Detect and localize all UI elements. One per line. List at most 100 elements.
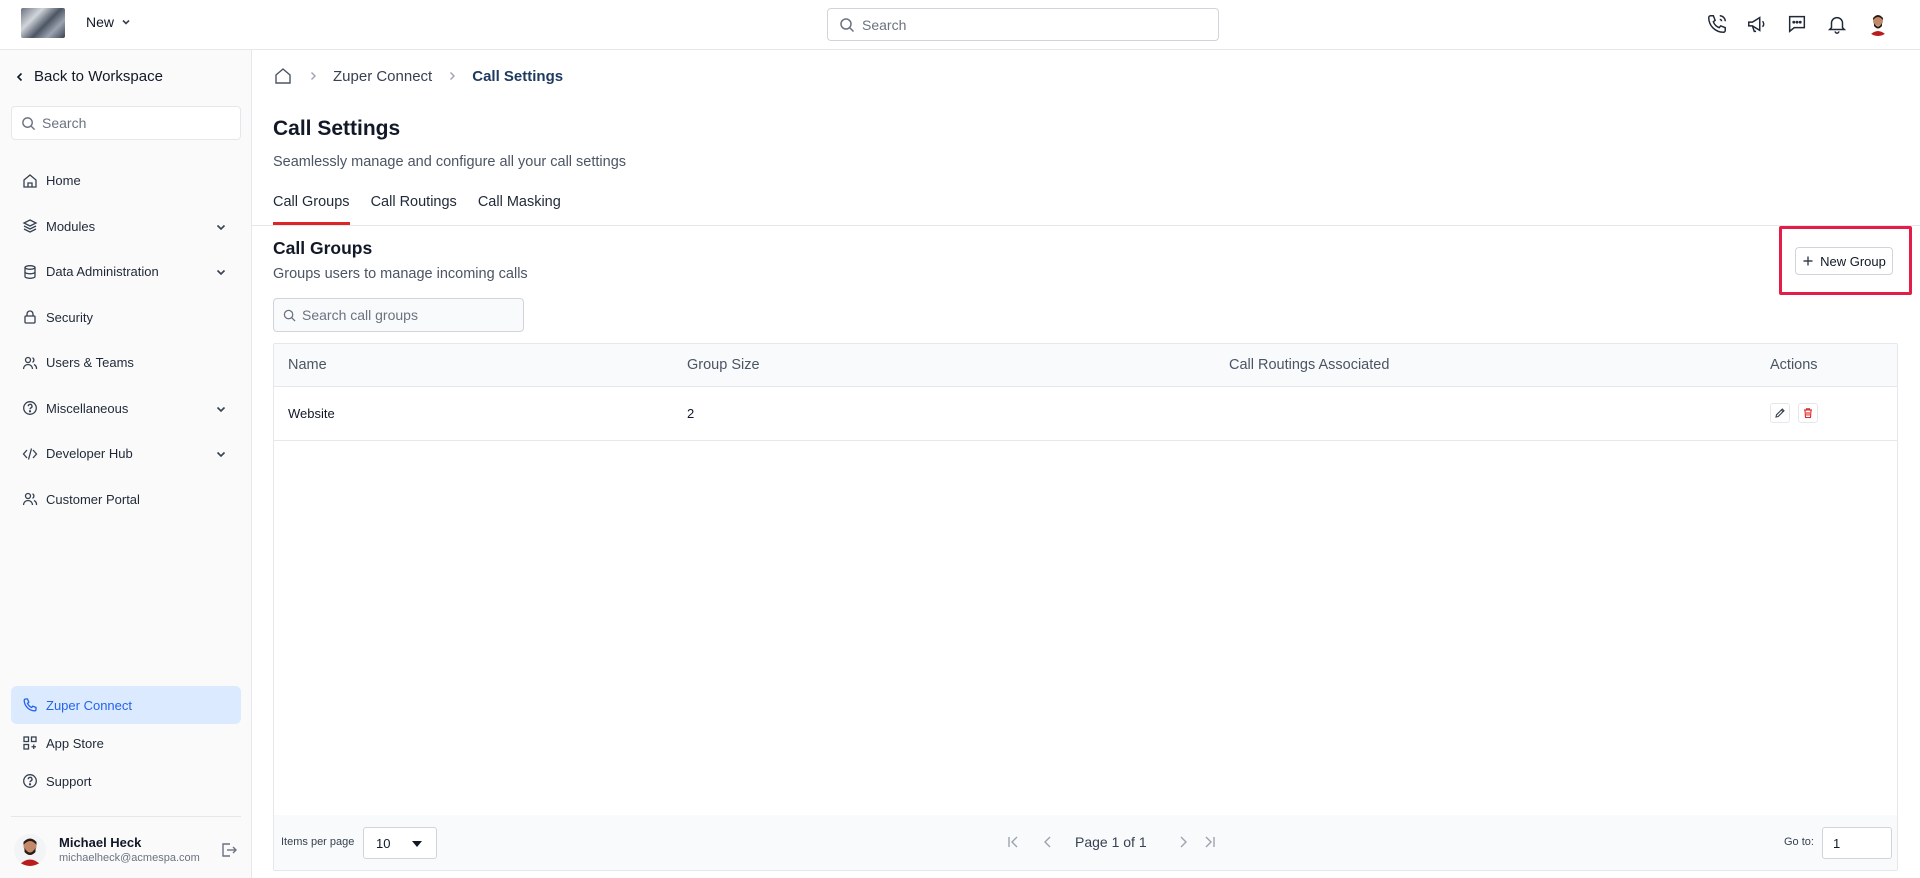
lock-icon bbox=[24, 310, 36, 324]
cell-name: Website bbox=[288, 406, 335, 421]
section-title: Call Groups bbox=[273, 238, 373, 258]
megaphone-icon[interactable] bbox=[1746, 13, 1768, 35]
sidebar-item-label: App Store bbox=[46, 735, 104, 751]
trash-icon bbox=[1804, 408, 1812, 419]
column-header-call-routings: Call Routings Associated bbox=[1229, 357, 1390, 373]
first-page-icon[interactable] bbox=[1005, 833, 1023, 851]
home-icon[interactable] bbox=[273, 66, 293, 86]
search-icon bbox=[283, 309, 296, 322]
new-button-label: New bbox=[86, 14, 115, 30]
sidebar-item-app-store[interactable]: App Store bbox=[11, 724, 241, 762]
sidebar-item-zuper-connect[interactable]: Zuper Connect bbox=[11, 686, 241, 724]
breadcrumb: Zuper Connect Call Settings bbox=[273, 66, 563, 86]
last-page-icon[interactable] bbox=[1200, 833, 1218, 851]
tab-call-masking[interactable]: Call Masking bbox=[478, 194, 561, 225]
items-per-page-select[interactable]: 10 bbox=[363, 827, 437, 859]
code-icon bbox=[22, 448, 38, 460]
table-row[interactable]: Website 2 bbox=[274, 387, 1897, 441]
logout-icon[interactable] bbox=[220, 841, 238, 859]
user-name: Michael Heck bbox=[59, 835, 142, 850]
call-groups-search[interactable] bbox=[273, 298, 524, 332]
users-icon bbox=[22, 356, 38, 369]
next-page-icon[interactable] bbox=[1174, 833, 1192, 851]
sidebar-item-label: Zuper Connect bbox=[46, 697, 132, 713]
sidebar-search-input[interactable] bbox=[42, 115, 240, 131]
sidebar-item-developer-hub[interactable]: Developer Hub bbox=[11, 431, 241, 477]
global-search-input[interactable] bbox=[862, 16, 1218, 33]
home-icon bbox=[23, 173, 37, 188]
sidebar-item-label: Modules bbox=[46, 218, 96, 234]
cell-group-size: 2 bbox=[687, 406, 695, 421]
grid-icon bbox=[23, 736, 37, 750]
phone-icon[interactable] bbox=[1706, 13, 1728, 35]
top-bar: New bbox=[0, 0, 1920, 50]
section-subtitle: Groups users to manage incoming calls bbox=[273, 266, 528, 282]
page-title: Call Settings bbox=[273, 117, 401, 140]
column-header-actions: Actions bbox=[1770, 357, 1818, 373]
tab-call-routings[interactable]: Call Routings bbox=[371, 194, 457, 225]
user-avatar[interactable] bbox=[1866, 12, 1890, 36]
new-group-button[interactable]: New Group bbox=[1795, 247, 1893, 275]
breadcrumb-item-call-settings: Call Settings bbox=[472, 67, 564, 85]
back-to-workspace-link[interactable]: Back to Workspace bbox=[14, 68, 163, 85]
users-icon bbox=[22, 493, 38, 506]
sidebar-search[interactable] bbox=[11, 106, 241, 140]
delete-button[interactable] bbox=[1798, 403, 1818, 423]
sidebar-item-label: Users & Teams bbox=[46, 355, 134, 371]
pagination: Page 1 of 1 bbox=[1005, 833, 1218, 851]
sidebar-item-label: Miscellaneous bbox=[46, 400, 129, 416]
help-circle-icon bbox=[23, 401, 37, 416]
sidebar-item-label: Customer Portal bbox=[46, 491, 140, 507]
new-button[interactable]: New bbox=[86, 14, 132, 30]
new-group-label: New Group bbox=[1820, 253, 1886, 269]
sidebar-item-customer-portal[interactable]: Customer Portal bbox=[11, 477, 241, 523]
plus-icon bbox=[1803, 256, 1813, 266]
global-search[interactable] bbox=[827, 8, 1219, 41]
sidebar-nav: Home Modules Data Administration Securit… bbox=[11, 158, 241, 522]
pencil-icon bbox=[1775, 408, 1785, 418]
breadcrumb-item-zuper-connect[interactable]: Zuper Connect bbox=[333, 68, 432, 85]
user-email: michaelheck@acmespa.com bbox=[59, 852, 200, 864]
page-indicator: Page 1 of 1 bbox=[1075, 834, 1147, 850]
user-profile[interactable]: Michael Heck michaelheck@acmespa.com bbox=[14, 832, 242, 868]
tab-divider bbox=[252, 225, 1920, 226]
sidebar-item-users-teams[interactable]: Users & Teams bbox=[11, 340, 241, 386]
sidebar-divider bbox=[11, 816, 241, 817]
sidebar-item-data-administration[interactable]: Data Administration bbox=[11, 249, 241, 295]
column-header-group-size: Group Size bbox=[687, 357, 760, 373]
sidebar-item-label: Developer Hub bbox=[46, 446, 133, 462]
chevron-down-icon[interactable] bbox=[215, 448, 227, 460]
items-per-page-value: 10 bbox=[376, 835, 391, 851]
page-subtitle: Seamlessly manage and configure all your… bbox=[273, 154, 627, 170]
table-footer: Items per page 10 Page 1 of 1 Go to: bbox=[274, 815, 1897, 870]
back-to-workspace-label: Back to Workspace bbox=[34, 68, 163, 85]
chevron-down-icon[interactable] bbox=[215, 221, 227, 233]
bell-icon[interactable] bbox=[1826, 13, 1848, 35]
sidebar-bottom-nav: Zuper Connect App Store Support bbox=[11, 686, 241, 800]
go-to-page-input[interactable] bbox=[1822, 827, 1892, 859]
caret-down-icon bbox=[412, 841, 422, 847]
tab-call-groups[interactable]: Call Groups bbox=[273, 194, 350, 225]
sidebar-item-miscellaneous[interactable]: Miscellaneous bbox=[11, 386, 241, 432]
sidebar-item-support[interactable]: Support bbox=[11, 762, 241, 800]
chat-icon[interactable] bbox=[1786, 13, 1808, 35]
column-header-name: Name bbox=[288, 357, 327, 373]
sidebar-item-home[interactable]: Home bbox=[11, 158, 241, 204]
database-icon bbox=[24, 264, 36, 279]
chevron-down-icon[interactable] bbox=[215, 403, 227, 415]
chevron-down-icon[interactable] bbox=[215, 266, 227, 278]
sidebar-item-security[interactable]: Security bbox=[11, 295, 241, 341]
go-to-label: Go to: bbox=[1784, 836, 1814, 848]
chevron-right-icon bbox=[311, 72, 316, 80]
sidebar-item-label: Security bbox=[46, 309, 93, 325]
table-header: Name Group Size Call Routings Associated… bbox=[274, 344, 1897, 387]
company-logo[interactable] bbox=[21, 8, 65, 38]
sidebar-item-modules[interactable]: Modules bbox=[11, 204, 241, 250]
call-groups-search-input[interactable] bbox=[302, 307, 523, 323]
sidebar-item-label: Support bbox=[46, 773, 92, 789]
items-per-page-label: Items per page bbox=[281, 836, 355, 848]
call-groups-table: Name Group Size Call Routings Associated… bbox=[273, 343, 1898, 871]
layers-icon bbox=[22, 219, 38, 233]
previous-page-icon[interactable] bbox=[1039, 833, 1057, 851]
edit-button[interactable] bbox=[1770, 403, 1790, 423]
